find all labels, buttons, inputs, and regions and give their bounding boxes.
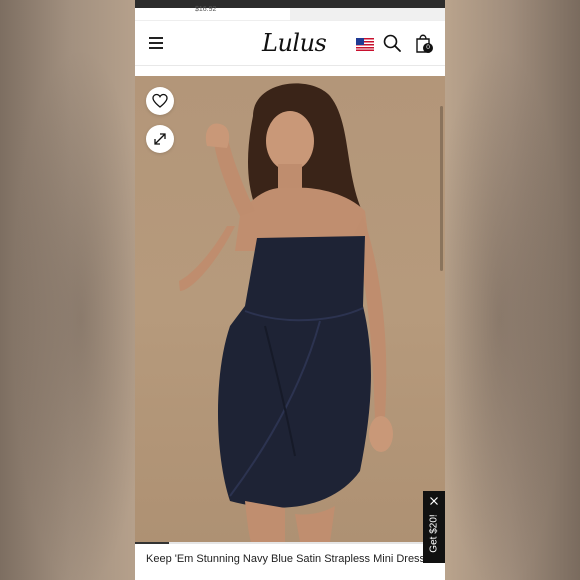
us-flag-icon[interactable] bbox=[356, 38, 374, 51]
get-discount-tab[interactable]: Get $20! bbox=[423, 491, 445, 563]
search-icon[interactable] bbox=[383, 34, 401, 52]
wishlist-button[interactable] bbox=[146, 87, 174, 115]
product-title: Keep 'Em Stunning Navy Blue Satin Strapl… bbox=[146, 553, 426, 565]
image-scrollbar[interactable] bbox=[440, 106, 443, 271]
discount-label: Get $20! bbox=[428, 514, 440, 553]
expand-image-button[interactable] bbox=[146, 125, 174, 153]
gallery-progress-bar bbox=[135, 542, 445, 544]
product-image[interactable] bbox=[135, 76, 445, 542]
model-photo-illustration bbox=[179, 83, 393, 542]
blurred-left-figure bbox=[0, 0, 135, 580]
blurred-right-figure bbox=[445, 0, 580, 580]
promo-banner[interactable]: $16.92 bbox=[135, 6, 445, 21]
phone-screen: $16.92 Lulus 0 Keep 'Em Stunning Navy Bl… bbox=[135, 0, 445, 580]
gallery-progress-fill bbox=[135, 542, 170, 544]
promo-price: $16.92 bbox=[195, 6, 217, 13]
close-icon[interactable] bbox=[429, 496, 439, 506]
expand-icon bbox=[154, 133, 166, 145]
brand-logo[interactable]: Lulus bbox=[262, 28, 327, 58]
status-bar bbox=[135, 0, 445, 8]
site-header: Lulus 0 bbox=[135, 21, 445, 66]
heart-icon bbox=[152, 93, 168, 108]
cart-count-badge: 0 bbox=[423, 43, 433, 53]
promo-panel bbox=[290, 8, 445, 20]
hamburger-menu-icon[interactable] bbox=[149, 37, 163, 49]
header-spacer bbox=[135, 66, 445, 76]
